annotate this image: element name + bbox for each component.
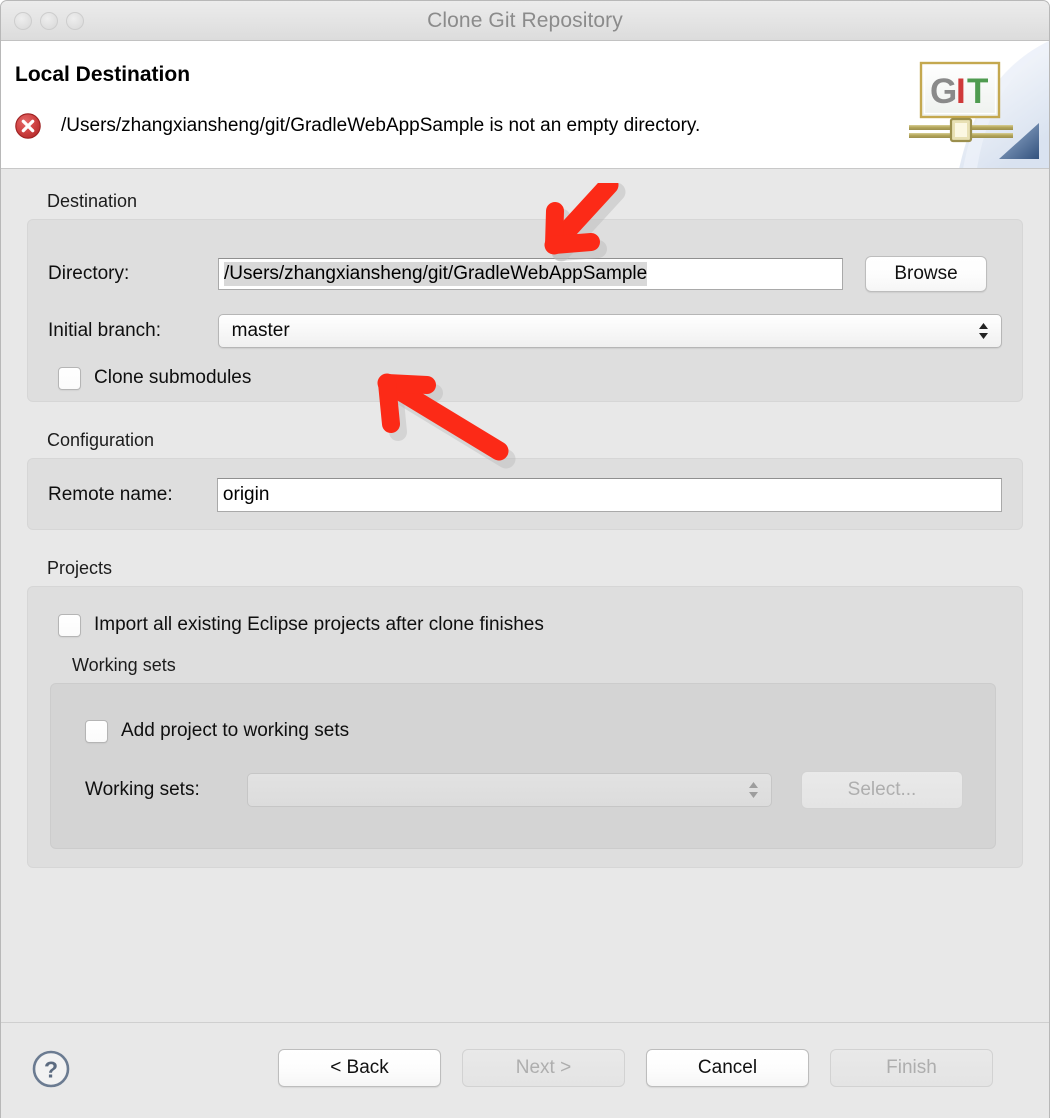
import-projects-label: Import all existing Eclipse projects aft…	[94, 614, 544, 635]
finish-button[interactable]: Finish	[830, 1049, 993, 1087]
help-question-icon[interactable]: ?	[31, 1049, 71, 1089]
error-message: /Users/zhangxiansheng/git/GradleWebAppSa…	[61, 115, 701, 136]
banner-message-row: /Users/zhangxiansheng/git/GradleWebAppSa…	[13, 111, 700, 141]
initial-branch-label: Initial branch:	[48, 320, 162, 341]
error-icon	[15, 113, 41, 139]
working-sets-combo-label: Working sets:	[85, 779, 200, 800]
window-title: Clone Git Repository	[427, 9, 623, 32]
remote-name-label: Remote name:	[48, 484, 173, 505]
window-titlebar: Clone Git Repository	[1, 1, 1049, 41]
select-working-sets-button[interactable]: Select...	[801, 771, 963, 809]
projects-group: Import all existing Eclipse projects aft…	[27, 586, 1023, 868]
dialog-content: Destination Directory: /Users/zhangxians…	[1, 169, 1049, 1043]
svg-text:G: G	[930, 72, 957, 111]
add-project-to-working-sets-checkbox[interactable]	[85, 719, 108, 743]
remote-name-input[interactable]: origin	[216, 478, 1002, 512]
browse-button[interactable]: Browse	[865, 256, 987, 292]
wizard-banner: Local Destination /Users/zhangxiansheng/…	[1, 41, 1049, 169]
add-project-to-working-sets-checkbox-row[interactable]: Add project to working sets	[85, 719, 350, 743]
back-button[interactable]: < Back	[278, 1049, 441, 1087]
import-projects-checkbox-row[interactable]: Import all existing Eclipse projects aft…	[58, 613, 544, 637]
initial-branch-value: master	[231, 320, 290, 341]
svg-text:I: I	[956, 72, 966, 111]
clone-submodules-checkbox[interactable]	[58, 366, 81, 390]
page-title: Local Destination	[15, 63, 191, 86]
projects-group-label: Projects	[47, 558, 113, 578]
chevron-updown-icon	[979, 323, 988, 339]
directory-label: Directory:	[48, 263, 130, 284]
clone-submodules-checkbox-row[interactable]: Clone submodules	[58, 366, 252, 390]
chevron-updown-icon	[749, 782, 758, 798]
clone-submodules-label: Clone submodules	[94, 367, 252, 388]
configuration-group-label: Configuration	[47, 430, 155, 450]
cancel-button[interactable]: Cancel	[646, 1049, 809, 1087]
working-sets-group: Add project to working sets Working sets…	[50, 683, 996, 849]
destination-group-label: Destination	[47, 191, 138, 211]
svg-text:?: ?	[44, 1057, 58, 1083]
configuration-group: Remote name: origin	[27, 458, 1023, 530]
footer-buttons: < Back Next > Cancel Finish	[278, 1049, 993, 1087]
git-logo: G I T	[909, 41, 1049, 168]
destination-group: Directory: /Users/zhangxiansheng/git/Gra…	[27, 219, 1023, 402]
next-button[interactable]: Next >	[462, 1049, 625, 1087]
directory-input[interactable]: /Users/zhangxiansheng/git/GradleWebAppSa…	[218, 258, 843, 290]
working-sets-combo[interactable]	[247, 773, 772, 807]
import-projects-checkbox[interactable]	[58, 613, 81, 637]
initial-branch-combo[interactable]: master	[217, 314, 1002, 348]
remote-name-value: origin	[222, 484, 270, 505]
directory-input-value: /Users/zhangxiansheng/git/GradleWebAppSa…	[224, 262, 648, 286]
svg-text:T: T	[967, 72, 988, 111]
clone-git-repository-dialog: Clone Git Repository Local Destination /…	[0, 0, 1050, 1118]
add-project-to-working-sets-label: Add project to working sets	[121, 720, 350, 741]
working-sets-group-label: Working sets	[72, 655, 176, 675]
